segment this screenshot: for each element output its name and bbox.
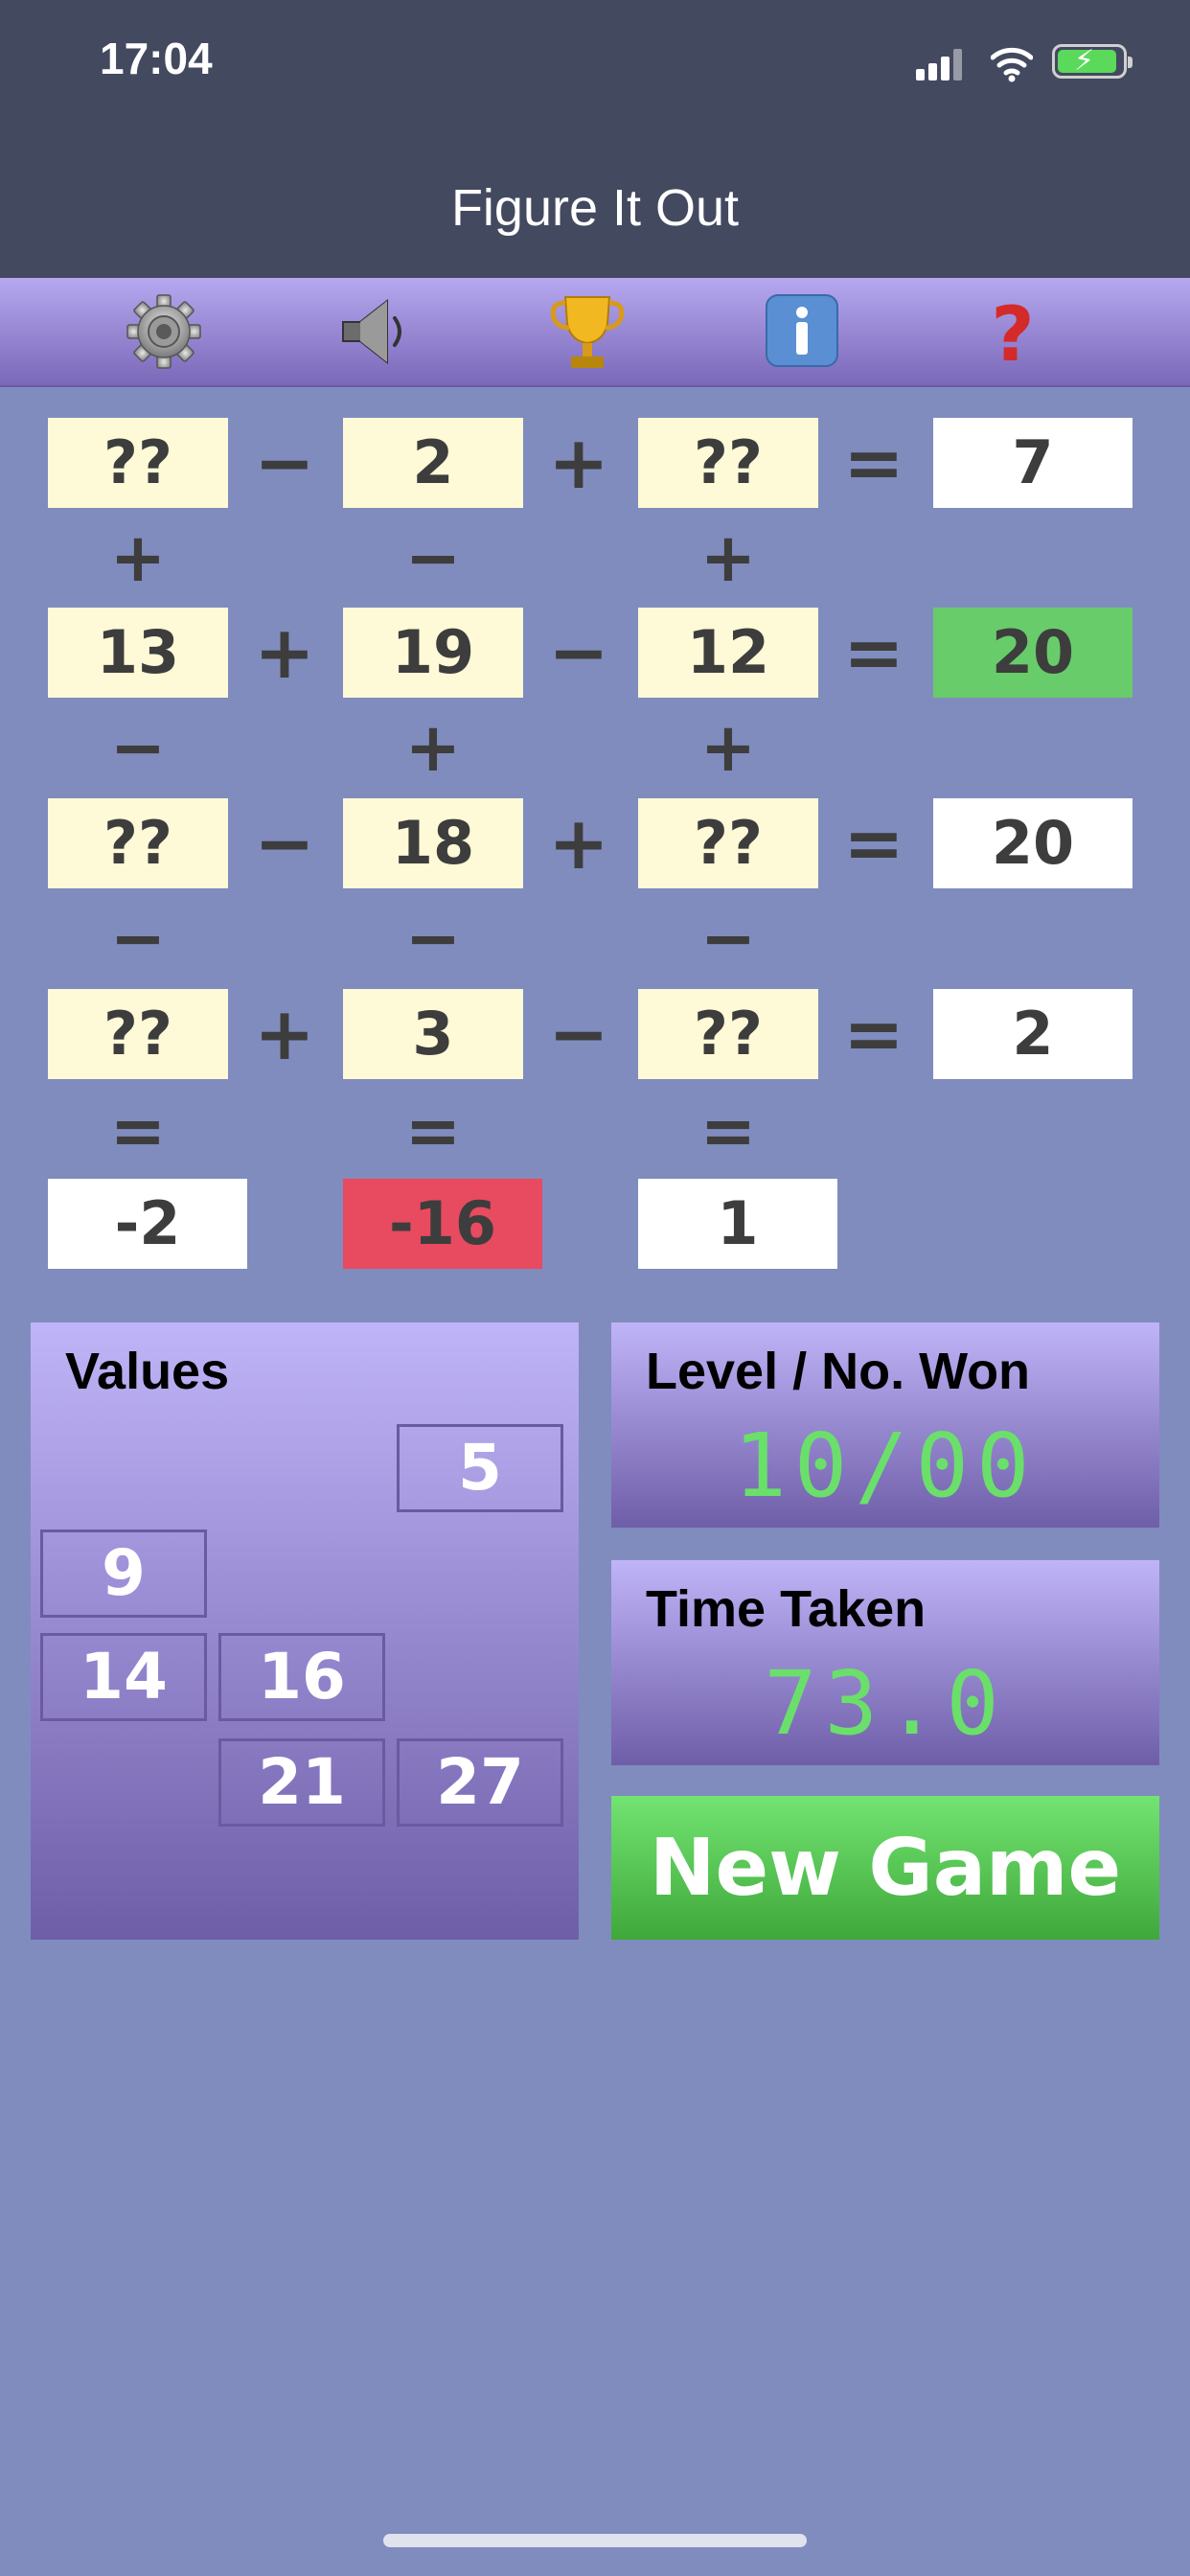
new-game-button[interactable]: New Game bbox=[611, 1796, 1159, 1940]
grid-op-r0-0: − bbox=[254, 420, 315, 505]
settings-gear-icon[interactable] bbox=[121, 289, 207, 374]
grid-op-r1-1: − bbox=[548, 610, 609, 695]
speaker-sound-icon[interactable] bbox=[332, 289, 418, 374]
nav-header: Figure It Out bbox=[0, 134, 1190, 278]
values-label: Values bbox=[65, 1343, 230, 1400]
svg-text:?: ? bbox=[991, 292, 1034, 374]
grid-op-r3-1: − bbox=[548, 991, 609, 1076]
info-icon[interactable] bbox=[759, 289, 845, 374]
page-title: Figure It Out bbox=[450, 179, 740, 237]
col-op-v1c1: + bbox=[404, 708, 462, 787]
wifi-icon bbox=[991, 47, 1033, 82]
grid-op-r2-0: − bbox=[254, 800, 315, 886]
col-op-v0c0: + bbox=[109, 518, 167, 597]
col-op-v2c0: − bbox=[109, 899, 167, 978]
col-eq-c1: = bbox=[404, 1092, 462, 1170]
value-tile[interactable]: 9 bbox=[40, 1530, 207, 1618]
row-target-r3: 2 bbox=[933, 989, 1133, 1079]
col-target-c2: 1 bbox=[638, 1179, 837, 1269]
grid-cell-r1c0: 13 bbox=[48, 608, 228, 698]
row-target-r1: 20 bbox=[933, 608, 1133, 698]
toolbar: ? bbox=[0, 278, 1190, 387]
grid-op-r2-1: + bbox=[548, 800, 609, 886]
grid-cell-r2c0[interactable]: ?? bbox=[48, 798, 228, 888]
time-panel: Time Taken 73.0 bbox=[611, 1560, 1159, 1765]
grid-cell-r1c1: 19 bbox=[343, 608, 523, 698]
grid-cell-r2c2[interactable]: ?? bbox=[638, 798, 818, 888]
col-op-v1c0: − bbox=[109, 708, 167, 787]
level-panel: Level / No. Won 10/00 bbox=[611, 1322, 1159, 1528]
status-bar: 17:04 ⚡ bbox=[0, 0, 1190, 134]
help-question-icon[interactable]: ? bbox=[970, 289, 1056, 374]
grid-op-r1-0: + bbox=[254, 610, 315, 695]
grid-eq-r3: = bbox=[843, 991, 904, 1076]
value-tile[interactable]: 27 bbox=[397, 1738, 563, 1827]
cellular-signal-icon bbox=[916, 48, 964, 80]
col-eq-c0: = bbox=[109, 1092, 167, 1170]
value-tile[interactable]: 16 bbox=[218, 1633, 385, 1721]
grid-cell-r0c0[interactable]: ?? bbox=[48, 418, 228, 508]
col-op-v0c2: + bbox=[699, 518, 757, 597]
level-value: 10/00 bbox=[733, 1414, 1038, 1517]
status-time: 17:04 bbox=[100, 34, 213, 83]
grid-eq-r1: = bbox=[843, 610, 904, 695]
col-op-v0c1: − bbox=[404, 518, 462, 597]
row-target-r0: 7 bbox=[933, 418, 1133, 508]
value-tile[interactable]: 5 bbox=[397, 1424, 563, 1512]
grid-cell-r3c1: 3 bbox=[343, 989, 523, 1079]
col-eq-c2: = bbox=[699, 1092, 757, 1170]
grid-cell-r0c1: 2 bbox=[343, 418, 523, 508]
values-panel: Values 5 9 14 16 21 27 bbox=[31, 1322, 579, 1940]
col-op-v2c2: − bbox=[699, 899, 757, 978]
grid-op-r0-1: + bbox=[548, 420, 609, 505]
col-op-v1c2: + bbox=[699, 708, 757, 787]
grid-cell-r3c0[interactable]: ?? bbox=[48, 989, 228, 1079]
time-value: 73.0 bbox=[764, 1652, 1007, 1755]
time-label: Time Taken bbox=[646, 1580, 927, 1638]
grid-cell-r2c1: 18 bbox=[343, 798, 523, 888]
grid-cell-r0c2[interactable]: ?? bbox=[638, 418, 818, 508]
grid-cell-r1c2: 12 bbox=[638, 608, 818, 698]
row-target-r2: 20 bbox=[933, 798, 1133, 888]
value-tile[interactable]: 21 bbox=[218, 1738, 385, 1827]
col-op-v2c1: − bbox=[404, 899, 462, 978]
grid-eq-r2: = bbox=[843, 800, 904, 886]
value-tile[interactable]: 14 bbox=[40, 1633, 207, 1721]
col-target-c1: -16 bbox=[343, 1179, 542, 1269]
battery-charging-icon: ⚡ bbox=[1052, 44, 1133, 79]
trophy-icon[interactable] bbox=[544, 289, 630, 374]
grid-cell-r3c2[interactable]: ?? bbox=[638, 989, 818, 1079]
level-label: Level / No. Won bbox=[646, 1343, 1031, 1400]
home-indicator[interactable] bbox=[383, 2534, 807, 2547]
col-target-c0: -2 bbox=[48, 1179, 247, 1269]
grid-op-r3-0: + bbox=[254, 991, 315, 1076]
grid-eq-r0: = bbox=[843, 420, 904, 505]
